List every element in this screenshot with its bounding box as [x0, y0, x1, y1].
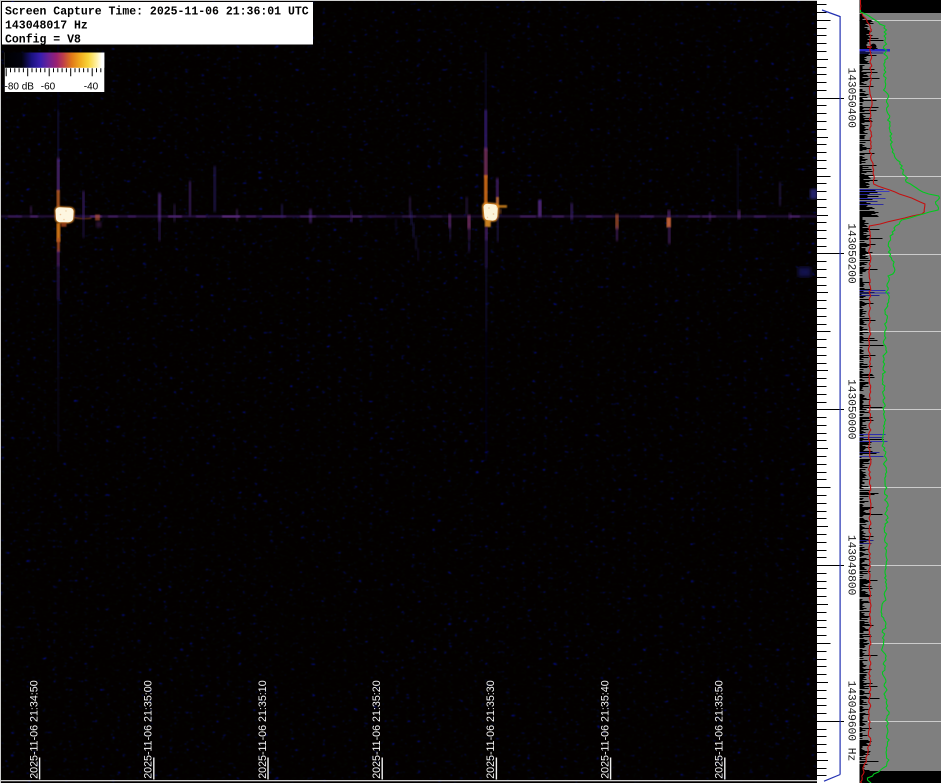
svg-text:2025-11-06 21:35:40: 2025-11-06 21:35:40	[599, 680, 611, 779]
svg-text:143050400: 143050400	[844, 67, 856, 128]
svg-text:143049800: 143049800	[844, 535, 856, 596]
svg-text:-60: -60	[41, 81, 56, 92]
svg-text:-80 dB: -80 dB	[5, 81, 35, 92]
svg-text:2025-11-06 21:34:50: 2025-11-06 21:34:50	[28, 680, 40, 779]
svg-text:2025-11-06 21:35:50: 2025-11-06 21:35:50	[714, 680, 726, 779]
svg-text:143050000: 143050000	[844, 379, 856, 440]
svg-text:2025-11-06 21:35:30: 2025-11-06 21:35:30	[485, 680, 497, 779]
svg-text:Config = V8: Config = V8	[5, 34, 81, 47]
svg-text:2025-11-06 21:35:00: 2025-11-06 21:35:00	[143, 680, 155, 779]
svg-text:Screen Capture Time: 2025-11-0: Screen Capture Time: 2025-11-06 21:36:01…	[5, 5, 309, 18]
svg-text:-40: -40	[84, 81, 99, 92]
svg-text:143049600 Hz: 143049600 Hz	[844, 681, 856, 762]
svg-text:143050200: 143050200	[844, 223, 856, 284]
svg-text:2025-11-06 21:35:10: 2025-11-06 21:35:10	[257, 680, 269, 779]
svg-text:143048017 Hz: 143048017 Hz	[5, 19, 88, 32]
svg-text:2025-11-06 21:35:20: 2025-11-06 21:35:20	[371, 680, 383, 779]
